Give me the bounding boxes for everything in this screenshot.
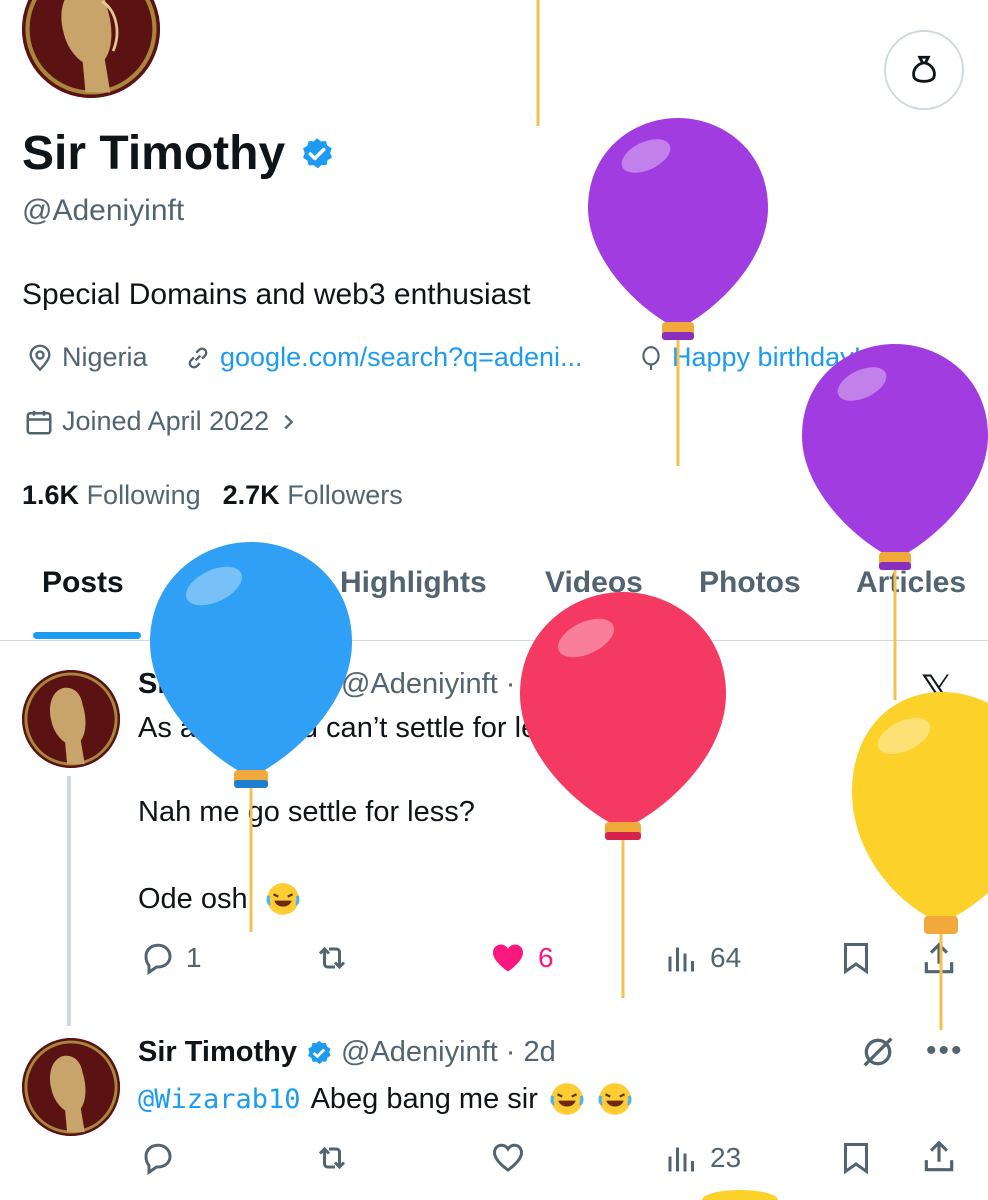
grok-icon[interactable] — [858, 1032, 898, 1077]
x-logo-icon: 𝕏 — [920, 666, 954, 715]
post-author-handle[interactable]: @Adeniyinft — [341, 1036, 498, 1069]
balloon-string — [536, 0, 540, 126]
profile-name-row: Sir Timothy — [22, 126, 335, 181]
follow-stats: 1.6K Following 2.7K Followers — [22, 480, 403, 511]
like-button[interactable]: 6 — [488, 940, 554, 976]
post-text-line3: Ode oshi — [138, 880, 302, 918]
balloon-red-icon — [520, 592, 726, 998]
following-stat[interactable]: 1.6K Following — [22, 480, 201, 511]
repost-icon — [318, 946, 346, 970]
profile-handle: @Adeniyinft — [22, 194, 185, 227]
balloon-yellow-icon — [702, 1190, 778, 1200]
repost-button[interactable] — [312, 940, 352, 976]
followers-count: 2.7K — [222, 480, 280, 510]
post-author-name[interactable]: Sir Timothy — [138, 668, 297, 701]
post-time: · 2d — [505, 668, 556, 700]
joined-text: Joined April 2022 — [62, 406, 270, 436]
repost-icon — [318, 1146, 346, 1170]
bookmark-icon — [844, 943, 868, 975]
heart-filled-icon — [493, 944, 523, 972]
balloon-purple-icon — [802, 344, 988, 700]
share-button[interactable] — [920, 1138, 958, 1176]
website-item[interactable]: google.com/search?q=adeni... — [184, 342, 583, 373]
share-icon — [924, 1140, 954, 1172]
followers-label: Followers — [287, 480, 403, 510]
profile-name: Sir Timothy — [22, 127, 286, 180]
mention-link[interactable]: @Wizarab10 — [138, 1084, 301, 1115]
gift-icon — [912, 55, 936, 83]
reply-icon — [144, 1143, 172, 1176]
reply-button[interactable] — [140, 1140, 176, 1176]
like-count: 6 — [538, 942, 554, 973]
following-label: Following — [86, 480, 201, 510]
gift-button[interactable] — [884, 30, 964, 110]
more-options-icon[interactable]: ••• — [926, 1034, 964, 1068]
views-button[interactable]: 23 — [664, 1140, 741, 1176]
views-icon — [668, 947, 694, 972]
verified-badge-icon — [308, 1040, 331, 1064]
post-text-line2: Nah me go settle for less? — [138, 796, 475, 828]
post-avatar[interactable] — [22, 1038, 120, 1136]
bookmark-icon — [844, 1143, 868, 1175]
balloon-yellow-icon — [852, 692, 988, 1030]
verified-badge-icon — [303, 137, 333, 168]
location-text: Nigeria — [62, 342, 148, 372]
tabs-divider — [0, 640, 988, 641]
laughing-emoji-icon — [266, 883, 300, 915]
post-header: Sir Timothy @Adeniyinft · 2d — [138, 1036, 556, 1069]
heart-icon — [492, 1143, 524, 1172]
birthday-item: Happy birthday! — [638, 342, 861, 373]
post-text: @Wizarab10 Abeg bang me sir — [138, 1080, 634, 1118]
post-text-line1: As a lady, you can’t settle for less. — [138, 712, 575, 744]
post-text-line3-text: Ode oshi — [138, 882, 255, 915]
views-count: 64 — [710, 942, 742, 973]
verified-badge-icon — [308, 672, 331, 696]
bookmark-button[interactable] — [838, 940, 874, 976]
repost-button[interactable] — [312, 1140, 352, 1176]
post-avatar[interactable] — [22, 670, 120, 768]
views-count: 23 — [710, 1142, 742, 1173]
tab-replies[interactable]: Replies — [178, 566, 285, 600]
location-item: Nigeria — [26, 342, 148, 373]
balloon-icon — [642, 345, 660, 370]
like-button[interactable] — [488, 1140, 528, 1176]
balloon-purple-icon — [588, 118, 768, 466]
share-icon — [924, 942, 954, 974]
birthday-text: Happy birthday! — [672, 342, 862, 372]
laughing-emoji-icon — [598, 1083, 632, 1115]
post-text-body: Abeg bang me sir — [310, 1082, 538, 1115]
tab-active-indicator — [33, 632, 141, 639]
post-header: Sir Timothy @Adeniyinft · 2d — [138, 668, 556, 701]
joined-item[interactable]: Joined April 2022 — [24, 406, 299, 437]
views-button[interactable]: 64 — [664, 940, 741, 976]
tab-posts[interactable]: Posts — [42, 566, 124, 600]
tab-articles[interactable]: Articles — [856, 566, 966, 600]
following-count: 1.6K — [22, 480, 80, 510]
website-link[interactable]: google.com/search?q=adeni... — [220, 342, 583, 373]
tab-highlights[interactable]: Highlights — [340, 566, 487, 600]
bookmark-button[interactable] — [838, 1140, 874, 1176]
share-button[interactable] — [920, 940, 958, 978]
reply-count: 1 — [186, 942, 202, 973]
profile-bio: Special Domains and web3 enthusiast — [22, 278, 531, 311]
reply-icon — [144, 943, 172, 976]
tab-videos[interactable]: Videos — [545, 566, 643, 600]
laughing-emoji-icon — [550, 1083, 584, 1115]
tab-photos[interactable]: Photos — [699, 566, 801, 600]
profile-avatar[interactable] — [22, 0, 160, 98]
calendar-icon — [26, 410, 52, 434]
views-icon — [668, 1147, 694, 1172]
post-time: · 2d — [505, 1036, 556, 1068]
post-author-name[interactable]: Sir Timothy — [138, 1036, 297, 1069]
link-icon — [188, 346, 208, 369]
post-author-handle[interactable]: @Adeniyinft — [341, 668, 498, 701]
thread-line — [67, 776, 71, 1026]
chevron-right-icon — [284, 414, 294, 429]
followers-stat[interactable]: 2.7K Followers — [223, 480, 403, 511]
reply-button[interactable]: 1 — [140, 940, 202, 976]
location-pin-icon — [29, 344, 51, 371]
